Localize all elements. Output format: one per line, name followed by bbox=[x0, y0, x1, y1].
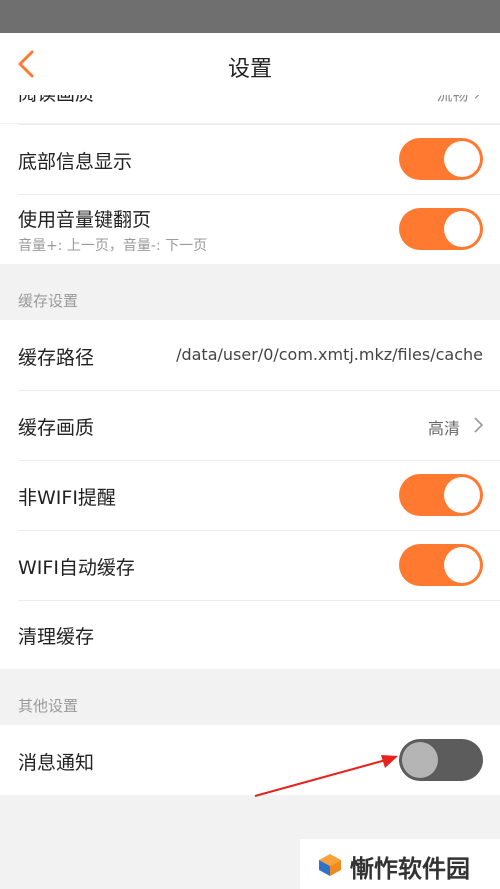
cache-section-title: 缓存设置 bbox=[18, 292, 79, 310]
divider bbox=[18, 124, 500, 125]
non-wifi-alert-toggle[interactable] bbox=[399, 474, 483, 516]
bottom-info-toggle[interactable] bbox=[399, 138, 483, 180]
page-title: 设置 bbox=[227, 57, 272, 82]
bottom-info-label: 底部信息显示 bbox=[18, 151, 133, 173]
reading-quality-value: 流畅 › bbox=[437, 95, 481, 105]
volume-flip-hint: 音量+: 上一页，音量-: 下一页 bbox=[18, 238, 208, 254]
wifi-auto-cache-toggle[interactable] bbox=[399, 544, 483, 586]
cube-logo-icon bbox=[319, 854, 341, 876]
toggle-knob bbox=[402, 742, 438, 778]
notification-toggle[interactable] bbox=[399, 739, 483, 781]
notification-label: 消息通知 bbox=[18, 752, 95, 774]
bottom-info-row[interactable]: 底部信息显示 bbox=[0, 124, 500, 194]
volume-flip-row[interactable]: 使用音量键翻页 音量+: 上一页，音量-: 下一页 bbox=[0, 194, 500, 264]
toggle-knob bbox=[444, 547, 480, 583]
cache-path-label: 缓存路径 bbox=[18, 347, 95, 369]
wifi-auto-cache-label: WIFI自动缓存 bbox=[18, 557, 135, 579]
volume-flip-toggle[interactable] bbox=[399, 208, 483, 250]
watermark: 慚怍软件园 bbox=[300, 839, 500, 889]
non-wifi-alert-label: 非WIFI提醒 bbox=[18, 487, 116, 509]
cache-quality-label: 缓存画质 bbox=[18, 417, 95, 439]
volume-flip-label: 使用音量键翻页 bbox=[18, 209, 152, 231]
other-section-header: 其他设置 bbox=[0, 669, 500, 725]
cache-path-row: 缓存路径 /data/user/0/com.xmtj.mkz/files/cac… bbox=[0, 320, 500, 390]
clear-cache-row[interactable]: 清理缓存 bbox=[0, 600, 500, 669]
reading-quality-row[interactable]: 阅读画质 流畅 › bbox=[0, 95, 500, 123]
divider bbox=[18, 460, 500, 461]
top-nav-bar: 设置 bbox=[0, 33, 500, 95]
chevron-right-icon bbox=[474, 417, 484, 433]
toggle-knob bbox=[444, 211, 480, 247]
cache-path-value: /data/user/0/com.xmtj.mkz/files/cache bbox=[176, 345, 483, 364]
reading-quality-label: 阅读画质 bbox=[18, 95, 94, 106]
divider bbox=[18, 530, 500, 531]
wifi-auto-cache-row[interactable]: WIFI自动缓存 bbox=[0, 530, 500, 600]
notification-row[interactable]: 消息通知 bbox=[0, 725, 500, 795]
clear-cache-label: 清理缓存 bbox=[18, 626, 95, 648]
other-section-title: 其他设置 bbox=[18, 697, 79, 715]
watermark-text: 慚怍软件园 bbox=[350, 855, 470, 883]
toggle-knob bbox=[444, 141, 480, 177]
cache-quality-value: 高清 bbox=[427, 419, 460, 438]
divider bbox=[18, 600, 500, 601]
divider bbox=[18, 194, 500, 195]
toggle-knob bbox=[444, 477, 480, 513]
non-wifi-alert-row[interactable]: 非WIFI提醒 bbox=[0, 460, 500, 530]
cache-section-header: 缓存设置 bbox=[0, 264, 500, 320]
status-bar bbox=[0, 0, 500, 33]
divider bbox=[18, 390, 500, 391]
cache-quality-row[interactable]: 缓存画质 高清 bbox=[0, 390, 500, 460]
